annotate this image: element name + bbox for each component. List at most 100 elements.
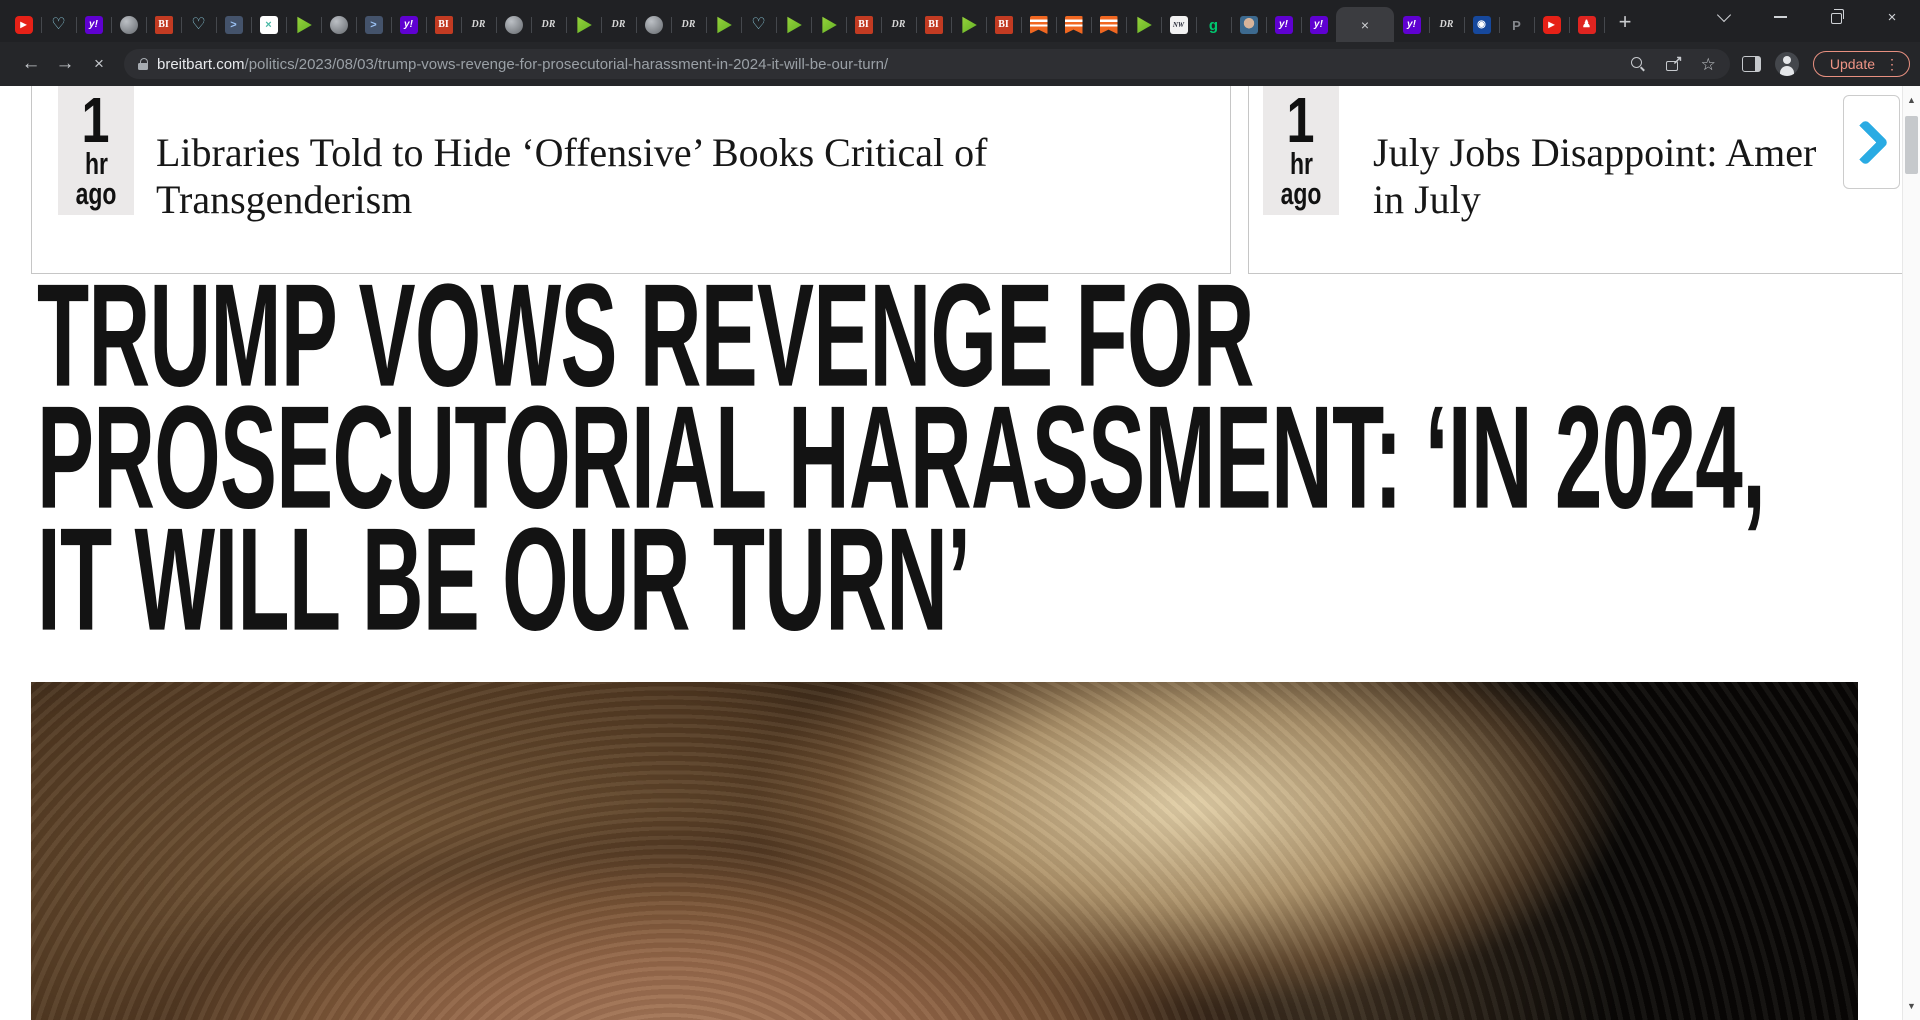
browser-tab[interactable] bbox=[321, 8, 357, 42]
browser-tab[interactable]: > bbox=[356, 8, 392, 42]
browser-tab[interactable]: ♟ bbox=[1569, 8, 1605, 42]
top-story-card[interactable]: 1 hr ago July Jobs Disappoint: Amer in J… bbox=[1248, 86, 1902, 274]
story-title-line: in July bbox=[1373, 177, 1481, 222]
browser-tab[interactable] bbox=[286, 8, 322, 42]
bookmark-star-icon[interactable]: ☆ bbox=[1701, 56, 1716, 73]
carousel-next-button[interactable] bbox=[1842, 95, 1900, 189]
nw-favicon-icon: NW bbox=[1169, 16, 1188, 34]
globe-favicon-icon bbox=[644, 16, 663, 34]
lock-icon[interactable] bbox=[138, 58, 148, 70]
browser-tab[interactable]: ♡ bbox=[181, 8, 217, 42]
breitbart-favicon-icon: BI bbox=[924, 16, 943, 34]
flag-favicon-icon bbox=[1064, 16, 1083, 34]
story-age-badge: 1 hr ago bbox=[1263, 86, 1339, 215]
story-title[interactable]: July Jobs Disappoint: Amer in July bbox=[1373, 129, 1902, 223]
browser-tab[interactable] bbox=[1231, 8, 1267, 42]
zoom-icon[interactable] bbox=[1629, 55, 1647, 73]
browser-tab[interactable] bbox=[566, 8, 602, 42]
browser-tab[interactable] bbox=[1021, 8, 1057, 42]
tab-search-button[interactable] bbox=[1696, 0, 1752, 34]
active-tab[interactable]: × bbox=[1336, 7, 1394, 42]
browser-tab[interactable]: DR bbox=[461, 8, 497, 42]
scroll-up-arrow-icon[interactable]: ▲ bbox=[1903, 92, 1920, 108]
update-chrome-button[interactable]: Update ⋮ bbox=[1812, 51, 1910, 77]
window-close-button[interactable]: × bbox=[1864, 0, 1920, 34]
browser-tab[interactable] bbox=[1091, 8, 1127, 42]
browser-tab[interactable]: BI bbox=[426, 8, 462, 42]
browser-tab[interactable]: DR bbox=[1429, 8, 1465, 42]
browser-tab[interactable]: y! bbox=[1394, 8, 1430, 42]
browser-tab[interactable]: ♡ bbox=[41, 8, 77, 42]
browser-tab[interactable]: BI bbox=[916, 8, 952, 42]
browser-tab[interactable]: y! bbox=[76, 8, 112, 42]
youtube-favicon-icon: ▶ bbox=[14, 16, 33, 34]
story-title[interactable]: Libraries Told to Hide ‘Offensive’ Books… bbox=[156, 129, 1214, 223]
browser-tab[interactable]: > bbox=[216, 8, 252, 42]
browser-tab[interactable] bbox=[951, 8, 987, 42]
kebab-menu-icon[interactable]: ⋮ bbox=[1885, 56, 1899, 73]
browser-tab[interactable]: ◉ bbox=[1464, 8, 1500, 42]
browser-tab[interactable]: DR bbox=[531, 8, 567, 42]
browser-toolbar: ← → × breitbart.com/politics/2023/08/03/… bbox=[0, 42, 1920, 86]
browser-tab[interactable]: NW bbox=[1161, 8, 1197, 42]
minimize-button[interactable] bbox=[1752, 0, 1808, 34]
browser-tab[interactable] bbox=[811, 8, 847, 42]
profile-avatar-icon[interactable] bbox=[1774, 52, 1799, 76]
breitbart-favicon-icon: BI bbox=[854, 16, 873, 34]
scroll-down-arrow-icon[interactable]: ▼ bbox=[1903, 998, 1920, 1014]
side-panel-icon[interactable] bbox=[1741, 56, 1761, 72]
browser-tab[interactable] bbox=[496, 8, 532, 42]
drudge-favicon-icon: DR bbox=[1439, 19, 1454, 30]
share-icon[interactable] bbox=[1665, 53, 1683, 73]
browser-tab[interactable]: g bbox=[1196, 8, 1232, 42]
browser-tab[interactable]: DR bbox=[881, 8, 917, 42]
browser-tab[interactable]: y! bbox=[1266, 8, 1302, 42]
browser-tab[interactable] bbox=[776, 8, 812, 42]
rumble-favicon-icon bbox=[577, 16, 592, 34]
top-story-card[interactable]: 1 hr ago Libraries Told to Hide ‘Offensi… bbox=[31, 86, 1231, 274]
browser-tab[interactable]: y! bbox=[1301, 8, 1337, 42]
story-title-line: Transgenderism bbox=[156, 177, 413, 222]
browser-tab[interactable] bbox=[1056, 8, 1092, 42]
browser-tab[interactable]: ▶ bbox=[1534, 8, 1570, 42]
page-scrollbar[interactable]: ▲ ▼ bbox=[1902, 86, 1920, 1020]
restore-button[interactable] bbox=[1808, 0, 1864, 34]
browser-tab[interactable]: BI bbox=[986, 8, 1022, 42]
age-unit: hr bbox=[1289, 147, 1313, 181]
browser-tab[interactable] bbox=[1126, 8, 1162, 42]
story-title-line: Libraries Told to Hide ‘Offensive’ Books… bbox=[156, 130, 988, 175]
yahoo-favicon-icon: y! bbox=[84, 16, 103, 34]
minimize-icon bbox=[1773, 16, 1787, 18]
hero-image-texture bbox=[31, 682, 1858, 1020]
breitbart-favicon-icon: BI bbox=[994, 16, 1013, 34]
browser-tab[interactable] bbox=[706, 8, 742, 42]
browser-tab[interactable] bbox=[111, 8, 147, 42]
browser-window: ▶ ♡ y! BI ♡ > × > y! BI DR DR DR DR ♡ BI DR BI BI NW g y! y! × y… bbox=[0, 0, 1920, 1020]
breitbart-favicon-icon: BI bbox=[434, 16, 453, 34]
browser-tab[interactable] bbox=[636, 8, 672, 42]
stop-loading-button[interactable]: × bbox=[82, 47, 116, 81]
tab-close-icon[interactable]: × bbox=[1361, 18, 1369, 32]
breitbart-favicon-icon: BI bbox=[154, 16, 173, 34]
browser-tab[interactable]: DR bbox=[671, 8, 707, 42]
bluearrow-favicon-icon: > bbox=[364, 16, 383, 34]
new-tab-button[interactable]: + bbox=[1608, 5, 1642, 39]
browser-tab[interactable]: ♡ bbox=[741, 8, 777, 42]
browser-tab[interactable]: P bbox=[1499, 8, 1535, 42]
drudge-favicon-icon: DR bbox=[471, 19, 486, 30]
browser-tab[interactable]: × bbox=[251, 8, 287, 42]
globe-favicon-icon bbox=[504, 16, 523, 34]
browser-tab[interactable]: DR bbox=[601, 8, 637, 42]
url-text[interactable]: breitbart.com/politics/2023/08/03/trump-… bbox=[157, 56, 1617, 73]
address-bar[interactable]: breitbart.com/politics/2023/08/03/trump-… bbox=[124, 49, 1730, 79]
browser-tab[interactable]: BI bbox=[846, 8, 882, 42]
forward-button[interactable]: → bbox=[48, 47, 82, 81]
browser-tab[interactable]: BI bbox=[146, 8, 182, 42]
browser-tab[interactable]: y! bbox=[391, 8, 427, 42]
back-button[interactable]: ← bbox=[14, 47, 48, 81]
globe-favicon-icon bbox=[329, 16, 348, 34]
scrollbar-thumb[interactable] bbox=[1905, 116, 1918, 174]
flag-favicon-icon bbox=[1029, 16, 1048, 34]
browser-tab[interactable]: ▶ bbox=[6, 8, 42, 42]
story-title-line: July Jobs Disappoint: Amer bbox=[1373, 130, 1817, 175]
